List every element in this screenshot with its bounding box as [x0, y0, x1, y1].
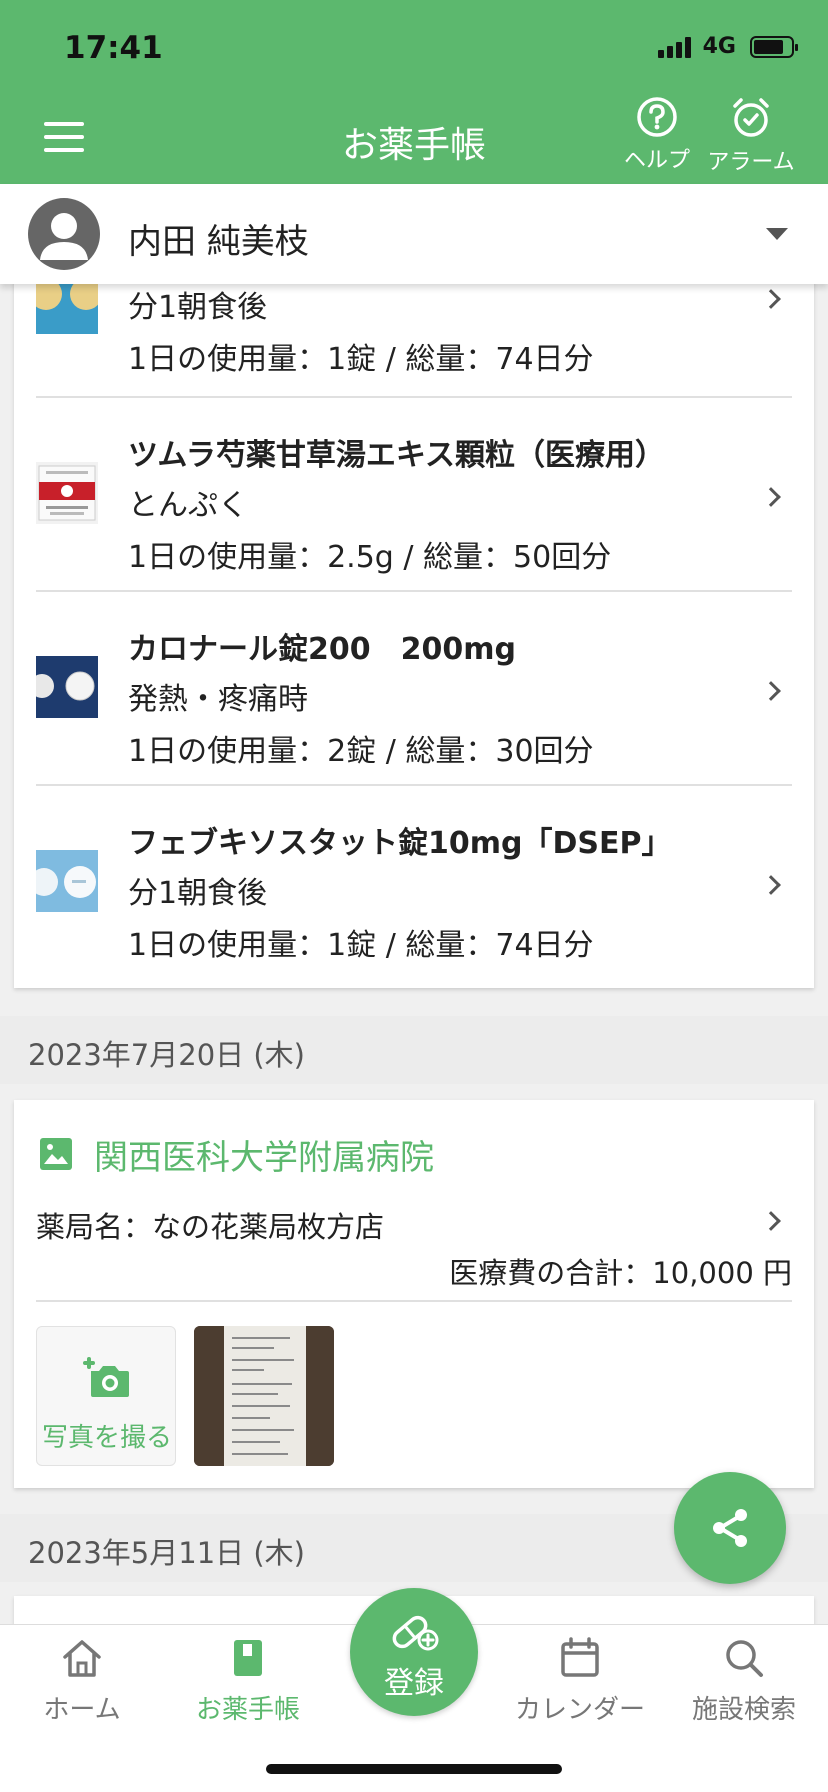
image-icon [40, 1138, 72, 1170]
network-type: 4G [702, 34, 736, 59]
prescription-record-card[interactable]: 関西医科大学附属病院 薬局名：なの花薬局枚方店 医療費の合計：10,000 円 … [14, 1100, 814, 1488]
chevron-right-icon [761, 681, 781, 701]
medication-usage: 分1朝食後 [128, 290, 268, 325]
add-photo-icon [83, 1357, 129, 1397]
share-button[interactable] [674, 1472, 786, 1584]
notebook-icon [234, 1640, 262, 1676]
medication-item[interactable]: ツムラ芍薬甘草湯エキス顆粒（医療用） とんぷく 1日の使用量：2.5g / 総量… [36, 398, 792, 590]
medication-item[interactable]: カロナール錠200 200mg 発熱・疼痛時 1日の使用量：2錠 / 総量：30… [36, 592, 792, 784]
nav-calendar[interactable]: カレンダー [500, 1635, 660, 1726]
home-icon [63, 1640, 101, 1677]
chevron-right-icon [761, 1211, 781, 1231]
profile-name: 内田 純美枝 [128, 222, 309, 262]
alarm-label: アラーム [707, 150, 795, 175]
signal-icon [657, 36, 691, 58]
medication-item[interactable]: フェブキソスタット錠10mg「DSEP」 分1朝食後 1日の使用量：1錠 / 総… [36, 786, 792, 978]
alarm-icon [733, 98, 769, 137]
nav-facility-search-label: 施設検索 [691, 1695, 796, 1725]
medication-dose: 1日の使用量：1錠 / 総量：74日分 [128, 928, 594, 963]
chevron-right-icon [761, 289, 781, 309]
hospital-name: 関西医科大学附属病院 [94, 1138, 434, 1178]
white-tablet-thumbnail [36, 656, 98, 718]
nav-notebook[interactable]: お薬手帳 [168, 1635, 328, 1726]
profile-selector[interactable]: 内田 純美枝 [0, 184, 828, 284]
nav-calendar-label: カレンダー [514, 1695, 645, 1725]
register-label: 登録 [384, 1666, 444, 1701]
avatar [28, 198, 100, 270]
nav-notebook-label: お薬手帳 [195, 1695, 300, 1725]
take-photo-button[interactable]: 写真を撮る [36, 1326, 176, 1466]
calendar-icon [561, 1637, 599, 1677]
tsumura-packet-thumbnail [36, 462, 98, 524]
app-header: 17:41 4G お薬手帳 ヘルプ アラーム [0, 0, 828, 184]
medication-usage: 分1朝食後 [128, 876, 268, 911]
record-date: 2023年7月20日 (木) [28, 1038, 306, 1072]
medication-name: フェブキソスタット錠10mg「DSEP」 [128, 826, 672, 861]
medication-card: 分1朝食後 1日の使用量：1錠 / 総量：74日分 ツムラ芍薬甘草湯エキス顆粒（… [14, 240, 814, 988]
chevron-right-icon [761, 487, 781, 507]
help-icon [637, 97, 677, 137]
record-date: 2023年5月11日 (木) [28, 1536, 306, 1570]
pharmacy-name: 薬局名：なの花薬局枚方店 [36, 1210, 385, 1244]
nav-home-label: ホーム [43, 1695, 121, 1725]
home-indicator [266, 1764, 562, 1774]
medication-name: ツムラ芍薬甘草湯エキス顆粒（医療用） [128, 438, 665, 473]
medical-cost-total: 医療費の合計：10,000 円 [449, 1256, 792, 1290]
share-icon [713, 1509, 747, 1547]
chevron-down-icon[interactable] [766, 228, 788, 240]
medication-dose: 1日の使用量：2錠 / 総量：30回分 [128, 734, 594, 769]
take-photo-label: 写真を撮る [41, 1423, 172, 1453]
chevron-right-icon [761, 875, 781, 895]
nav-home[interactable]: ホーム [2, 1635, 162, 1726]
status-time: 17:41 [64, 30, 163, 66]
medication-dose: 1日の使用量：2.5g / 総量：50回分 [128, 540, 612, 575]
status-indicators: 4G [657, 34, 798, 59]
divider [36, 1300, 792, 1302]
date-header: 2023年7月20日 (木) [0, 1016, 828, 1084]
receipt-photo-thumbnail[interactable] [194, 1326, 334, 1466]
search-icon [726, 1640, 763, 1677]
medication-usage: 発熱・疼痛時 [128, 682, 308, 717]
alarm-button[interactable]: アラーム [696, 96, 806, 176]
register-button[interactable]: 登録 [350, 1588, 478, 1716]
white-tablet-thumbnail [36, 850, 98, 912]
nav-facility-search[interactable]: 施設検索 [664, 1635, 824, 1726]
medication-usage: とんぷく [128, 488, 248, 523]
battery-icon [750, 35, 798, 58]
add-pill-icon [392, 1615, 439, 1651]
medication-name: カロナール錠200 200mg [128, 632, 516, 667]
medication-dose: 1日の使用量：1錠 / 総量：74日分 [128, 342, 594, 377]
